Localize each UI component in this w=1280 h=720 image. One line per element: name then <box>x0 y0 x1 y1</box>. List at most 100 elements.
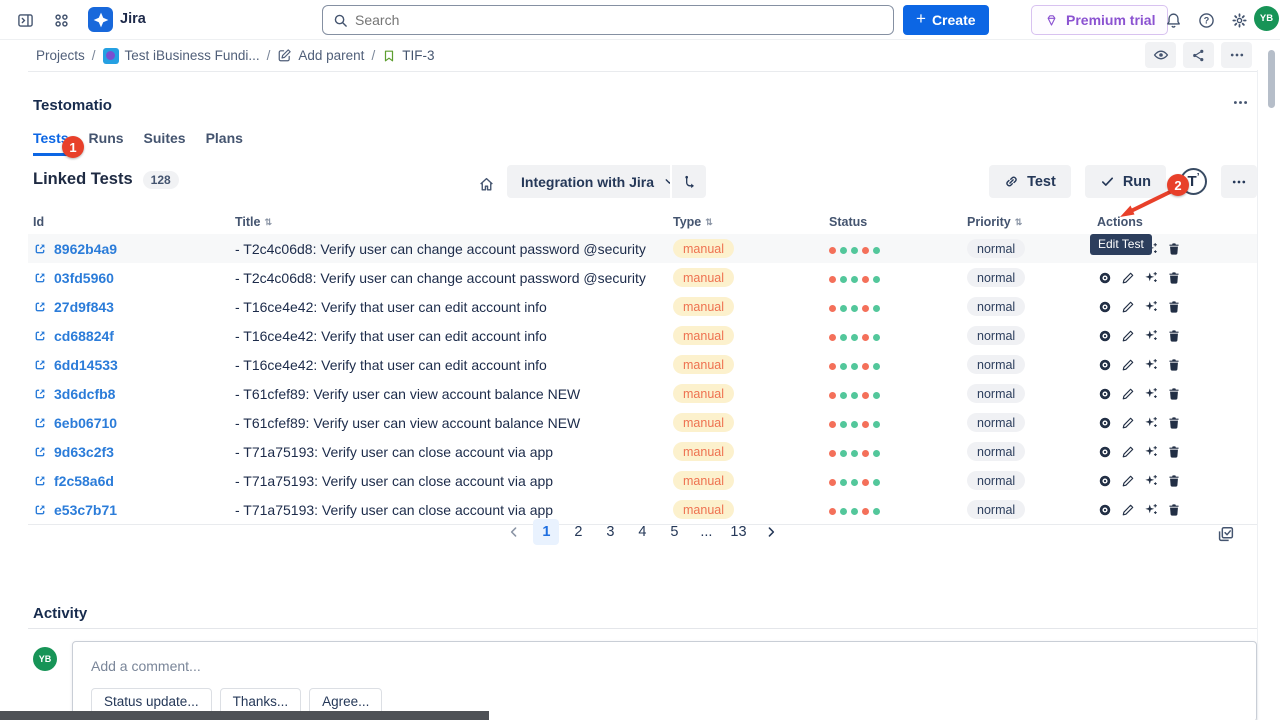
table-row: 6eb06710- T61cfef89: Verify user can vie… <box>28 408 1257 437</box>
test-id-link[interactable]: 9d63c2f3 <box>54 444 114 460</box>
ai-test-button[interactable] <box>1143 444 1158 460</box>
home-button[interactable] <box>471 169 501 199</box>
breadcrumb: Projects / Test iBusiness Fundi... / Add… <box>0 40 1280 71</box>
delete-test-button[interactable] <box>1166 270 1181 286</box>
view-test-button[interactable] <box>1097 328 1112 344</box>
test-id-link[interactable]: 27d9f843 <box>54 299 114 315</box>
branch-icon-button[interactable] <box>670 165 706 198</box>
delete-test-button[interactable] <box>1166 502 1181 518</box>
test-id-link[interactable]: 03fd5960 <box>54 270 114 286</box>
col-priority[interactable]: Priority⇅ <box>962 215 1092 229</box>
create-button[interactable]: + Create <box>903 5 989 35</box>
test-id-link[interactable]: 6dd14533 <box>54 357 118 373</box>
breadcrumb-more-button[interactable] <box>1221 42 1252 68</box>
testomatio-panel: Testomatio Tests Runs Suites Plans Linke… <box>28 71 1257 720</box>
pagination-page-2[interactable]: 2 <box>565 519 591 545</box>
sidebar-toggle-icon[interactable] <box>12 8 38 32</box>
external-link-icon <box>33 474 47 488</box>
add-parent-button[interactable]: Add parent <box>277 48 364 63</box>
search-input[interactable] <box>355 12 883 28</box>
search-box[interactable] <box>322 5 894 35</box>
breadcrumb-project[interactable]: Test iBusiness Fundi... <box>125 48 260 63</box>
tab-plans[interactable]: Plans <box>206 130 243 156</box>
comment-box[interactable]: Add a comment... Status update... Thanks… <box>72 641 1257 720</box>
test-id-link[interactable]: 6eb06710 <box>54 415 117 431</box>
edit-test-button[interactable] <box>1120 415 1135 431</box>
pagination-page-13[interactable]: 13 <box>725 519 751 545</box>
test-id-link[interactable]: 8962b4a9 <box>54 241 117 257</box>
pagination-page-5[interactable]: 5 <box>661 519 687 545</box>
tab-runs[interactable]: Runs <box>89 130 124 156</box>
delete-test-button[interactable] <box>1166 473 1181 489</box>
ai-test-button[interactable] <box>1143 473 1158 489</box>
share-button[interactable] <box>1183 42 1214 68</box>
bottom-dark-bar <box>0 711 489 720</box>
edit-test-button[interactable] <box>1120 357 1135 373</box>
link-test-button[interactable]: Test <box>989 165 1071 198</box>
edit-test-button[interactable] <box>1120 270 1135 286</box>
col-id[interactable]: Id <box>28 215 230 229</box>
edit-test-button[interactable] <box>1120 386 1135 402</box>
edit-test-button[interactable] <box>1120 299 1135 315</box>
test-id-link[interactable]: cd68824f <box>54 328 114 344</box>
delete-test-button[interactable] <box>1166 444 1181 460</box>
pagination-page-4[interactable]: 4 <box>629 519 655 545</box>
select-multiple-button[interactable] <box>1216 525 1235 547</box>
breadcrumb-projects[interactable]: Projects <box>36 48 85 63</box>
breadcrumb-issue[interactable]: TIF-3 <box>382 48 434 63</box>
edit-test-button[interactable] <box>1120 328 1135 344</box>
linked-tests-count-badge: 128 <box>143 171 179 189</box>
view-test-button[interactable] <box>1097 357 1112 373</box>
view-test-button[interactable] <box>1097 270 1112 286</box>
ai-test-button[interactable] <box>1143 502 1158 518</box>
col-title[interactable]: Title⇅ <box>230 215 668 229</box>
view-test-button[interactable] <box>1097 502 1112 518</box>
tab-suites[interactable]: Suites <box>144 130 186 156</box>
ai-test-button[interactable] <box>1143 415 1158 431</box>
user-avatar[interactable]: YB <box>1254 6 1279 31</box>
pagination-page-3[interactable]: 3 <box>597 519 623 545</box>
notifications-icon[interactable] <box>1160 8 1186 32</box>
jira-logo[interactable] <box>88 7 113 32</box>
test-id-link[interactable]: 3d6dcfb8 <box>54 386 115 402</box>
watch-button[interactable] <box>1145 42 1176 68</box>
pagination-next[interactable] <box>758 519 784 545</box>
delete-test-button[interactable] <box>1166 415 1181 431</box>
premium-trial-button[interactable]: Premium trial <box>1031 5 1168 35</box>
table-row: f2c58a6d- T71a75193: Verify user can clo… <box>28 466 1257 495</box>
col-type[interactable]: Type⇅ <box>668 215 824 229</box>
view-test-button[interactable] <box>1097 299 1112 315</box>
toolbar-more-button[interactable] <box>1221 165 1257 198</box>
delete-test-button[interactable] <box>1166 241 1181 257</box>
pagination-prev[interactable] <box>501 519 527 545</box>
edit-test-button[interactable] <box>1120 502 1135 518</box>
comment-input[interactable]: Add a comment... <box>91 658 1238 674</box>
ai-test-button[interactable] <box>1143 299 1158 315</box>
app-switcher-icon[interactable] <box>48 8 74 32</box>
delete-test-button[interactable] <box>1166 299 1181 315</box>
table-row: 6dd14533- T16ce4e42: Verify that user ca… <box>28 350 1257 379</box>
ai-test-button[interactable] <box>1143 328 1158 344</box>
status-dots <box>829 305 880 312</box>
panel-more-button[interactable] <box>1232 94 1249 116</box>
ai-test-button[interactable] <box>1143 270 1158 286</box>
ai-test-button[interactable] <box>1143 386 1158 402</box>
test-id-link[interactable]: e53c7b71 <box>54 502 117 518</box>
view-test-button[interactable] <box>1097 415 1112 431</box>
view-test-button[interactable] <box>1097 444 1112 460</box>
test-title: - T71a75193: Verify user can close accou… <box>230 444 668 460</box>
delete-test-button[interactable] <box>1166 328 1181 344</box>
edit-test-button[interactable] <box>1120 473 1135 489</box>
view-test-button[interactable] <box>1097 473 1112 489</box>
settings-icon[interactable] <box>1226 8 1252 32</box>
ai-test-button[interactable] <box>1143 357 1158 373</box>
view-test-button[interactable] <box>1097 386 1112 402</box>
help-icon[interactable] <box>1193 8 1219 32</box>
delete-test-button[interactable] <box>1166 386 1181 402</box>
scrollbar-thumb[interactable] <box>1268 50 1275 108</box>
edit-test-button[interactable] <box>1120 444 1135 460</box>
branch-select-dropdown[interactable]: Integration with Jira <box>507 165 690 198</box>
delete-test-button[interactable] <box>1166 357 1181 373</box>
pagination-page-1[interactable]: 1 <box>533 519 559 545</box>
test-id-link[interactable]: f2c58a6d <box>54 473 114 489</box>
